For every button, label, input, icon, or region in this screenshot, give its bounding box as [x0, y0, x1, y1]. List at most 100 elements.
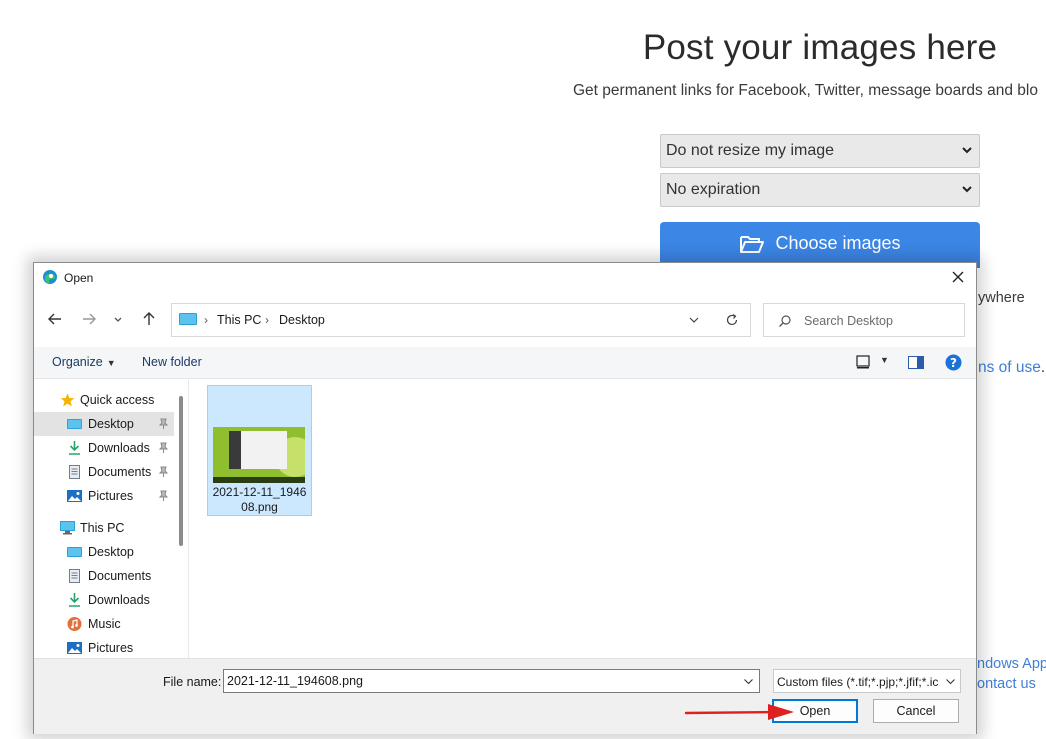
nav-pc-pictures[interactable]: Pictures — [34, 636, 174, 660]
page-subtitle: Get permanent links for Facebook, Twitte… — [573, 82, 1038, 99]
desktop-icon — [67, 547, 82, 557]
nav-pc-documents-label: Documents — [88, 569, 152, 583]
terms-of-use-link[interactable]: ns of use. — [978, 359, 1045, 377]
back-arrow-icon[interactable] — [46, 310, 64, 328]
nav-pc-downloads[interactable]: Downloads — [34, 588, 174, 612]
pictures-icon — [67, 642, 82, 654]
nav-pc-music[interactable]: Music — [34, 612, 174, 636]
navigation-row: › This PC › Desktop Search Desktop — [34, 301, 976, 337]
document-icon — [69, 465, 80, 479]
organize-menu[interactable]: Organize ▼ — [52, 355, 116, 369]
file-type-filter[interactable]: Custom files (*.tif;*.pjp;*.jfif;*.ic — [773, 669, 961, 693]
nav-quick-downloads-label: Downloads — [88, 441, 150, 455]
breadcrumb-this-pc[interactable]: This PC — [217, 313, 261, 327]
pin-icon — [158, 418, 169, 429]
chevron-down-icon — [962, 147, 972, 154]
command-toolbar: Organize ▼ New folder ▼ ? — [34, 347, 976, 379]
windows-app-link[interactable]: ndows App — [977, 656, 1046, 672]
chevron-down-icon[interactable] — [743, 676, 754, 687]
nav-pc-downloads-label: Downloads — [88, 593, 150, 607]
file-item-name: 2021-12-11_194608.png — [212, 485, 307, 514]
breadcrumb-desktop[interactable]: Desktop — [279, 313, 325, 327]
page-title: Post your images here — [642, 28, 998, 67]
resize-select[interactable]: Do not resize my image — [660, 134, 980, 168]
pin-icon — [158, 442, 169, 453]
resize-select-value: Do not resize my image — [666, 142, 835, 159]
preview-pane-icon[interactable] — [908, 356, 924, 369]
file-list-area: 2021-12-11_194608.png — [190, 380, 976, 658]
pin-icon — [158, 490, 169, 501]
search-icon — [779, 315, 791, 327]
this-pc-icon — [179, 313, 197, 325]
caret-down-icon: ▼ — [106, 358, 116, 368]
dialog-title: Open — [64, 271, 94, 285]
close-icon[interactable] — [948, 267, 968, 287]
nav-quick-access[interactable]: Quick access — [34, 388, 174, 412]
recent-locations-chevron-icon[interactable] — [112, 310, 124, 328]
open-file-dialog: Open › This PC › Desktop Search Desktop … — [33, 262, 977, 734]
search-placeholder: Search Desktop — [804, 314, 893, 328]
nav-pc-desktop[interactable]: Desktop — [34, 540, 174, 564]
caret-down-icon[interactable]: ▼ — [880, 355, 889, 365]
search-input[interactable]: Search Desktop — [763, 303, 965, 337]
up-arrow-icon[interactable] — [140, 310, 158, 328]
address-bar[interactable]: › This PC › Desktop — [171, 303, 751, 337]
nav-pc-documents[interactable]: Documents — [34, 564, 174, 588]
edge-browser-icon — [43, 270, 57, 284]
cancel-button[interactable]: Cancel — [873, 699, 959, 723]
pin-icon — [158, 466, 169, 477]
dialog-titlebar: Open — [34, 263, 976, 293]
computer-icon — [60, 521, 75, 535]
breadcrumb-separator: › — [265, 313, 269, 327]
file-name-input[interactable]: 2021-12-11_194608.png — [223, 669, 760, 693]
chevron-down-icon — [962, 186, 972, 193]
new-folder-button[interactable]: New folder — [142, 355, 202, 369]
chevron-down-icon[interactable] — [688, 314, 700, 326]
file-name-label: File name: — [163, 675, 222, 689]
svg-text:?: ? — [950, 356, 957, 370]
file-thumbnail — [213, 427, 305, 483]
view-options-icon[interactable] — [856, 355, 870, 369]
nav-quick-desktop[interactable]: Desktop — [34, 412, 174, 436]
nav-quick-documents-label: Documents — [88, 465, 152, 479]
choose-images-label: Choose images — [775, 233, 901, 253]
contact-us-link[interactable]: ontact us — [977, 676, 1036, 692]
expiration-select-value: No expiration — [666, 181, 761, 198]
nav-this-pc[interactable]: This PC — [34, 516, 174, 540]
nav-pc-desktop-label: Desktop — [88, 545, 134, 559]
chevron-down-icon — [945, 676, 956, 687]
nav-quick-documents[interactable]: Documents — [34, 460, 174, 484]
desktop-icon — [67, 419, 82, 429]
star-icon — [60, 393, 75, 407]
download-icon — [69, 441, 80, 455]
breadcrumb-separator: › — [204, 313, 208, 327]
dialog-footer: File name: 2021-12-11_194608.png Custom … — [34, 658, 976, 734]
pictures-icon — [67, 490, 82, 502]
nav-pc-pictures-label: Pictures — [88, 641, 134, 655]
refresh-icon[interactable] — [725, 313, 739, 327]
organize-label: Organize — [52, 355, 103, 369]
terms-of-use-label: ns of use — [978, 359, 1041, 376]
file-name-value: 2021-12-11_194608.png — [227, 674, 364, 688]
folder-open-icon — [740, 236, 765, 253]
file-item[interactable]: 2021-12-11_194608.png — [207, 385, 312, 516]
music-icon — [67, 617, 82, 631]
expiration-select[interactable]: No expiration — [660, 173, 980, 207]
file-type-value: Custom files (*.tif;*.pjp;*.jfif;*.ic — [777, 675, 939, 689]
download-icon — [69, 593, 80, 607]
document-icon — [69, 569, 80, 583]
navigation-pane: Quick access Desktop Downloads Documents… — [34, 380, 189, 658]
forward-arrow-icon[interactable] — [80, 310, 98, 328]
nav-quick-access-label: Quick access — [80, 393, 155, 407]
nav-quick-pictures[interactable]: Pictures — [34, 484, 174, 508]
terms-period: . — [1040, 359, 1046, 376]
nav-quick-pictures-label: Pictures — [88, 489, 134, 503]
nav-quick-downloads[interactable]: Downloads — [34, 436, 174, 460]
help-icon[interactable]: ? — [945, 354, 962, 371]
nav-pc-music-label: Music — [88, 617, 121, 631]
nav-quick-desktop-label: Desktop — [88, 417, 134, 431]
annotation-arrow-icon — [684, 704, 794, 720]
anywhere-text-fragment: ywhere — [978, 290, 1025, 306]
nav-this-pc-label: This PC — [80, 521, 125, 535]
nav-pane-scrollbar[interactable] — [179, 396, 183, 546]
